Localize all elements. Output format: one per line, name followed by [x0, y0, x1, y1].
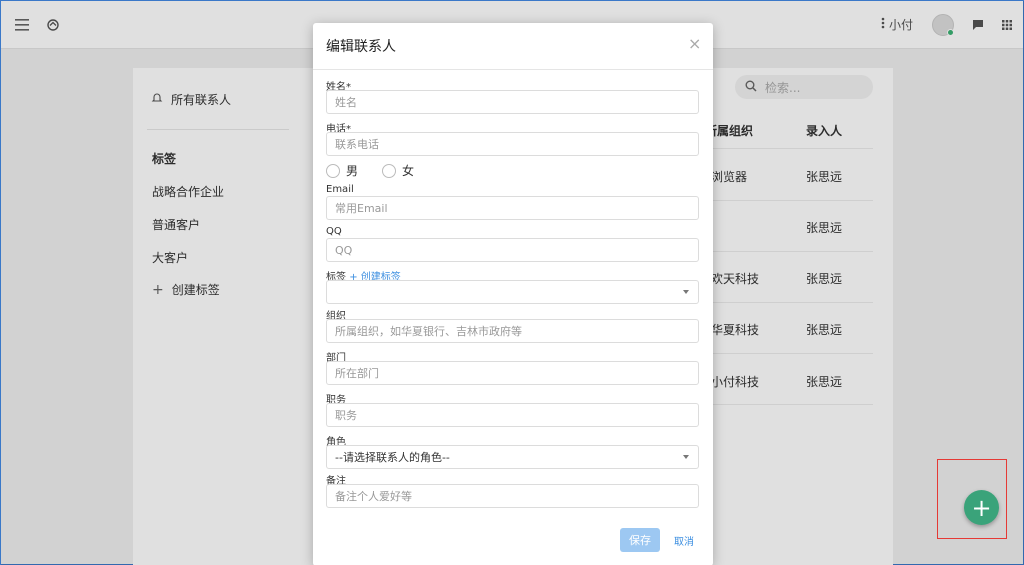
gender-male-label: 男 [346, 164, 359, 178]
gender-female-label: 女 [402, 164, 415, 178]
qq-field[interactable] [326, 238, 699, 262]
qq-label: QQ [326, 226, 342, 237]
chevron-down-icon [683, 290, 689, 294]
role-select-value: --请选择联系人的角色-- [335, 451, 450, 464]
dialog-title: 编辑联系人 [326, 39, 396, 55]
email-label: Email [326, 184, 354, 195]
gender-radio-group: 男 女 [326, 162, 414, 179]
chevron-down-icon [683, 455, 689, 459]
cancel-button[interactable]: 取消 [674, 533, 694, 548]
note-field[interactable] [326, 484, 699, 508]
save-button[interactable]: 保存 [620, 528, 660, 552]
edit-contact-dialog: 编辑联系人 × 姓名* 电话* 男 女 Email QQ 标签 + 创建标签 组… [313, 23, 713, 565]
gender-female-radio[interactable] [382, 163, 397, 178]
tags-select[interactable] [326, 280, 699, 304]
name-field[interactable] [326, 90, 699, 114]
add-contact-button[interactable]: + [964, 490, 999, 525]
dept-field[interactable] [326, 361, 699, 385]
org-field[interactable] [326, 319, 699, 343]
role-select[interactable]: --请选择联系人的角色-- [326, 445, 699, 469]
email-field[interactable] [326, 196, 699, 220]
close-icon[interactable]: × [688, 34, 701, 53]
job-title-field[interactable] [326, 403, 699, 427]
plus-icon: + [971, 493, 992, 522]
phone-field[interactable] [326, 132, 699, 156]
divider [313, 69, 713, 70]
gender-male-radio[interactable] [326, 163, 340, 178]
